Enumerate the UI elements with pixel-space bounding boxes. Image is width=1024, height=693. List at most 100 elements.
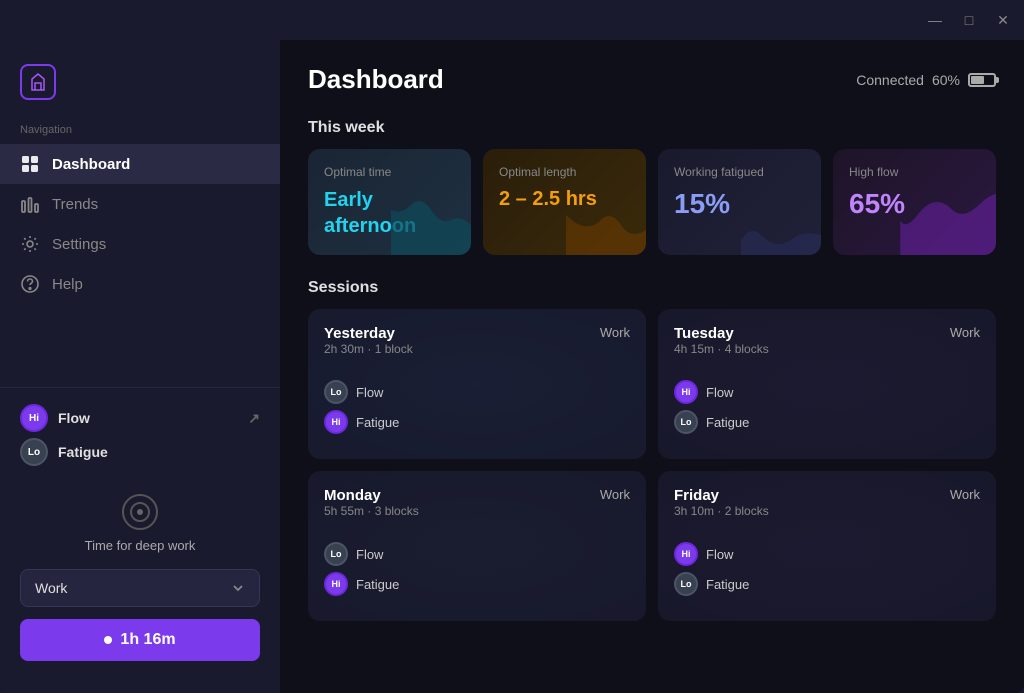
fatigue-tag-label-yesterday: Fatigue [356,415,399,430]
app-window: — □ ✕ Navigation [0,0,1024,693]
nav-item-settings[interactable]: Settings [0,224,280,264]
timer-label: 1h 16m [120,631,175,649]
stat-card-high-flow: High flow 65% [833,149,996,255]
flow-tag-label-monday: Flow [356,547,383,562]
optimal-length-bg-shape [566,185,646,255]
timer-dot-icon [104,636,112,644]
target-inner [130,502,150,522]
session-tags-tuesday: Hi Flow Lo Fatigue [674,380,980,434]
session-header-monday: Monday 5h 55m · 3 blocks Work [324,487,630,530]
help-icon [20,274,40,294]
nav-label-settings: Settings [52,236,106,253]
fatigue-label: Fatigue [58,444,108,460]
session-tag-fatigue-friday: Lo Fatigue [674,572,980,596]
sessions-title: Sessions [308,279,996,297]
session-content-yesterday: Yesterday 2h 30m · 1 block Work Lo Flow [324,325,630,434]
session-tag-flow-yesterday: Lo Flow [324,380,630,404]
flow-label: Flow [58,410,90,426]
target-dot [137,509,143,515]
session-card-tuesday[interactable]: Tuesday 4h 15m · 4 blocks Work Hi Flow [658,309,996,459]
fatigue-tag-badge-yesterday: Hi [324,410,348,434]
flow-tag-badge-tuesday: Hi [674,380,698,404]
stat-label-optimal-time: Optimal time [324,165,455,179]
session-header-tuesday: Tuesday 4h 15m · 4 blocks Work [674,325,980,368]
stat-card-working-fatigued: Working fatigued 15% [658,149,821,255]
session-day-tuesday: Tuesday 4h 15m · 4 blocks [674,325,769,368]
connection-status: Connected 60% [856,72,996,88]
main-content: Dashboard Connected 60% This week Optima… [280,40,1024,693]
battery-percent: 60% [932,72,960,88]
high-flow-bg-shape [896,175,996,255]
sessions-grid: Yesterday 2h 30m · 1 block Work Lo Flow [308,309,996,621]
logo-area [0,56,280,116]
session-day-friday: Friday 3h 10m · 2 blocks [674,487,769,530]
flow-tag-badge-yesterday: Lo [324,380,348,404]
minimize-button[interactable]: — [926,11,944,29]
battery-fill [971,76,984,84]
session-tag-flow-monday: Lo Flow [324,542,630,566]
session-day-monday: Monday 5h 55m · 3 blocks [324,487,419,530]
fatigue-tag-badge-friday: Lo [674,572,698,596]
fatigue-badge: Lo [20,438,48,466]
dashboard-icon [20,154,40,174]
work-selector[interactable]: Work [20,569,260,607]
deep-work-section: Time for deep work [20,482,260,569]
battery-icon [968,73,996,87]
external-link-icon[interactable]: ↗ [248,410,260,427]
work-selector-value: Work [35,580,67,596]
sidebar-bottom: Hi Flow ↗ Lo Fatigue Time f [0,387,280,677]
settings-icon [20,234,40,254]
nav-label-dashboard: Dashboard [52,156,130,173]
session-header-yesterday: Yesterday 2h 30m · 1 block Work [324,325,630,368]
flow-badge: Hi [20,404,48,432]
session-tag-fatigue-yesterday: Hi Fatigue [324,410,630,434]
stat-card-optimal-length: Optimal length 2 – 2.5 hrs [483,149,646,255]
session-card-friday[interactable]: Friday 3h 10m · 2 blocks Work Hi Flow [658,471,996,621]
session-tags-yesterday: Lo Flow Hi Fatigue [324,380,630,434]
maximize-button[interactable]: □ [960,11,978,29]
connection-label: Connected [856,72,924,88]
nav-label-help: Help [52,276,83,293]
title-bar-controls: — □ ✕ [926,11,1012,29]
optimal-time-bg-shape [391,185,471,255]
nav-item-trends[interactable]: Trends [0,184,280,224]
fatigue-tag-label-monday: Fatigue [356,577,399,592]
session-tag-flow-tuesday: Hi Flow [674,380,980,404]
deep-work-label: Time for deep work [85,538,196,553]
flow-tag-badge-friday: Hi [674,542,698,566]
main-layout: Navigation Dashboard [0,40,1024,693]
session-content-tuesday: Tuesday 4h 15m · 4 blocks Work Hi Flow [674,325,980,434]
timer-button[interactable]: 1h 16m [20,619,260,661]
fatigue-tag-label-friday: Fatigue [706,577,749,592]
nav-section-label: Navigation [0,116,280,144]
this-week-section: This week Optimal time Early afternoon O… [308,119,996,255]
content-header: Dashboard Connected 60% [308,64,996,95]
session-card-yesterday[interactable]: Yesterday 2h 30m · 1 block Work Lo Flow [308,309,646,459]
flow-tag-label-friday: Flow [706,547,733,562]
logo-icon [20,64,56,100]
stat-label-working-fatigued: Working fatigued [674,165,805,179]
session-tags-monday: Lo Flow Hi Fatigue [324,542,630,596]
session-tag-fatigue-monday: Hi Fatigue [324,572,630,596]
flow-tag-label-yesterday: Flow [356,385,383,400]
page-title: Dashboard [308,64,444,95]
session-tags-friday: Hi Flow Lo Fatigue [674,542,980,596]
session-day-yesterday: Yesterday 2h 30m · 1 block [324,325,413,368]
nav-label-trends: Trends [52,196,98,213]
chevron-down-icon [231,581,245,595]
flow-tag-label-tuesday: Flow [706,385,733,400]
fatigue-tag-badge-tuesday: Lo [674,410,698,434]
this-week-title: This week [308,119,996,137]
session-card-monday[interactable]: Monday 5h 55m · 3 blocks Work Lo Flow [308,471,646,621]
fatigue-tag-label-tuesday: Fatigue [706,415,749,430]
working-fatigued-bg-shape [741,185,821,255]
nav-item-help[interactable]: Help [0,264,280,304]
session-tag-flow-friday: Hi Flow [674,542,980,566]
stat-card-optimal-time: Optimal time Early afternoon [308,149,471,255]
session-content-friday: Friday 3h 10m · 2 blocks Work Hi Flow [674,487,980,596]
nav-item-dashboard[interactable]: Dashboard [0,144,280,184]
close-button[interactable]: ✕ [994,11,1012,29]
status-cards: Hi Flow ↗ Lo Fatigue [20,404,260,466]
title-bar: — □ ✕ [0,0,1024,40]
session-header-friday: Friday 3h 10m · 2 blocks Work [674,487,980,530]
